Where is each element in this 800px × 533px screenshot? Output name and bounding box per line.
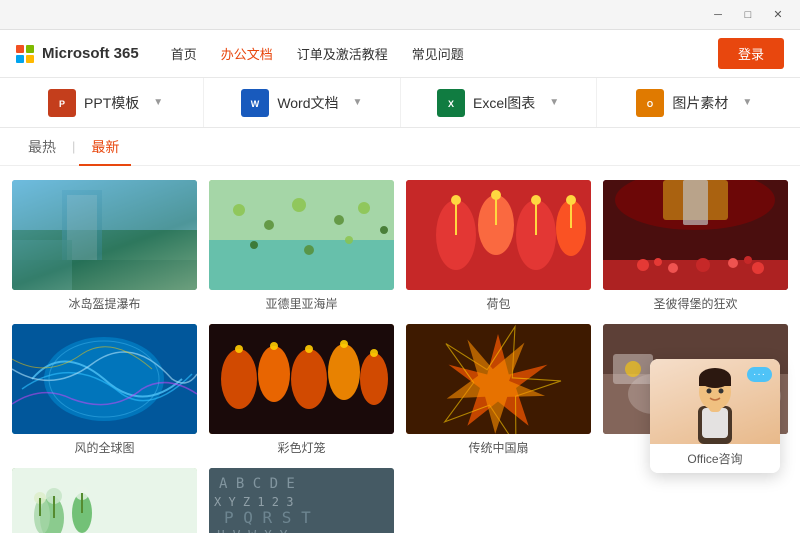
category-ppt-label: PPT模板 — [84, 93, 139, 113]
header: Microsoft 365 首页 办公文档 订单及激活教程 常见问题 登录 — [0, 30, 800, 78]
grid-image-6 — [209, 324, 394, 434]
grid-label-2: 亚德里亚海岸 — [209, 295, 394, 312]
img-icon: O — [636, 89, 664, 117]
grid-item-7[interactable]: 传统中国扇 — [406, 324, 591, 456]
grid-label-5: 风的全球图 — [12, 439, 197, 456]
svg-text:U V W X Y: U V W X Y — [217, 529, 288, 533]
svg-text:A B C D E: A B C D E — [219, 476, 295, 492]
login-button[interactable]: 登录 — [718, 38, 784, 69]
category-img[interactable]: O 图片素材 ▼ — [597, 78, 792, 127]
svg-text:X: X — [448, 99, 454, 109]
category-img-label: 图片素材 — [672, 93, 728, 113]
category-excel-label: Excel图表 — [473, 93, 535, 113]
grid-image-9 — [12, 468, 197, 533]
close-button[interactable]: ✕ — [764, 4, 792, 26]
grid-item-6[interactable]: 彩色灯笼 — [209, 324, 394, 456]
logo: Microsoft 365 — [16, 45, 139, 63]
chat-label: Office咨询 — [650, 444, 780, 473]
category-excel[interactable]: X Excel图表 ▼ — [401, 78, 597, 127]
nav-office-docs[interactable]: 办公文档 — [221, 44, 273, 63]
grid-item-9[interactable]: 罂粟花 — [12, 468, 197, 533]
category-ppt[interactable]: P PPT模板 ▼ — [8, 78, 204, 127]
excel-icon: X — [437, 89, 465, 117]
maximize-button[interactable]: □ — [734, 4, 762, 26]
grid-item-2[interactable]: 亚德里亚海岸 — [209, 180, 394, 312]
image-grid: 冰岛盔提瀑布 亚德里亚海岸 — [0, 166, 800, 533]
category-bar: P PPT模板 ▼ W Word文档 ▼ X Excel图表 ▼ O 图片素材 … — [0, 78, 800, 128]
ppt-icon: P — [48, 89, 76, 117]
nav-links: 首页 办公文档 订单及激活教程 常见问题 — [171, 44, 718, 63]
ppt-arrow-icon: ▼ — [153, 97, 163, 108]
grid-image-4 — [603, 180, 788, 290]
grid-item-1[interactable]: 冰岛盔提瀑布 — [12, 180, 197, 312]
nav-home[interactable]: 首页 — [171, 44, 197, 63]
svg-text:X Y Z 1 2 3: X Y Z 1 2 3 — [214, 495, 293, 509]
grid-image-3 — [406, 180, 591, 290]
grid-image-5 — [12, 324, 197, 434]
grid-item-5[interactable]: 风的全球图 — [12, 324, 197, 456]
svg-text:O: O — [647, 100, 653, 109]
grid-label-4: 圣彼得堡的狂欢 — [603, 295, 788, 312]
chat-dots-icon: ··· — [747, 367, 772, 382]
tab-hot[interactable]: 最热 — [16, 128, 68, 166]
titlebar: ─ □ ✕ — [0, 0, 800, 30]
grid-item-10[interactable]: A B C D E X Y Z 1 2 3 P Q R S T U V W X … — [209, 468, 394, 533]
grid-item-3[interactable]: 荷包 — [406, 180, 591, 312]
category-word[interactable]: W Word文档 ▼ — [204, 78, 400, 127]
filter-divider: | — [72, 139, 75, 154]
tab-new[interactable]: 最新 — [79, 128, 131, 166]
grid-label-6: 彩色灯笼 — [209, 439, 394, 456]
logo-title: Microsoft 365 — [42, 45, 139, 62]
grid-label-3: 荷包 — [406, 295, 591, 312]
svg-text:P: P — [59, 99, 65, 109]
svg-text:W: W — [251, 99, 260, 109]
minimize-button[interactable]: ─ — [704, 4, 732, 26]
nav-order-activation[interactable]: 订单及激活教程 — [297, 44, 388, 63]
word-icon: W — [241, 89, 269, 117]
grid-image-10: A B C D E X Y Z 1 2 3 P Q R S T U V W X … — [209, 468, 394, 533]
logo-icon — [16, 45, 34, 63]
chat-bubble[interactable]: ··· Office咨询 — [650, 359, 780, 473]
svg-text:P Q R S T: P Q R S T — [224, 508, 311, 527]
word-arrow-icon: ▼ — [353, 97, 363, 108]
grid-image-7 — [406, 324, 591, 434]
nav-faq[interactable]: 常见问题 — [412, 44, 464, 63]
grid-image-1 — [12, 180, 197, 290]
grid-label-1: 冰岛盔提瀑布 — [12, 295, 197, 312]
grid-item-4[interactable]: 圣彼得堡的狂欢 — [603, 180, 788, 312]
img-arrow-icon: ▼ — [742, 97, 752, 108]
grid-image-2 — [209, 180, 394, 290]
filter-bar: 最热 | 最新 — [0, 128, 800, 166]
category-word-label: Word文档 — [277, 93, 338, 113]
excel-arrow-icon: ▼ — [549, 97, 559, 108]
grid-label-7: 传统中国扇 — [406, 439, 591, 456]
